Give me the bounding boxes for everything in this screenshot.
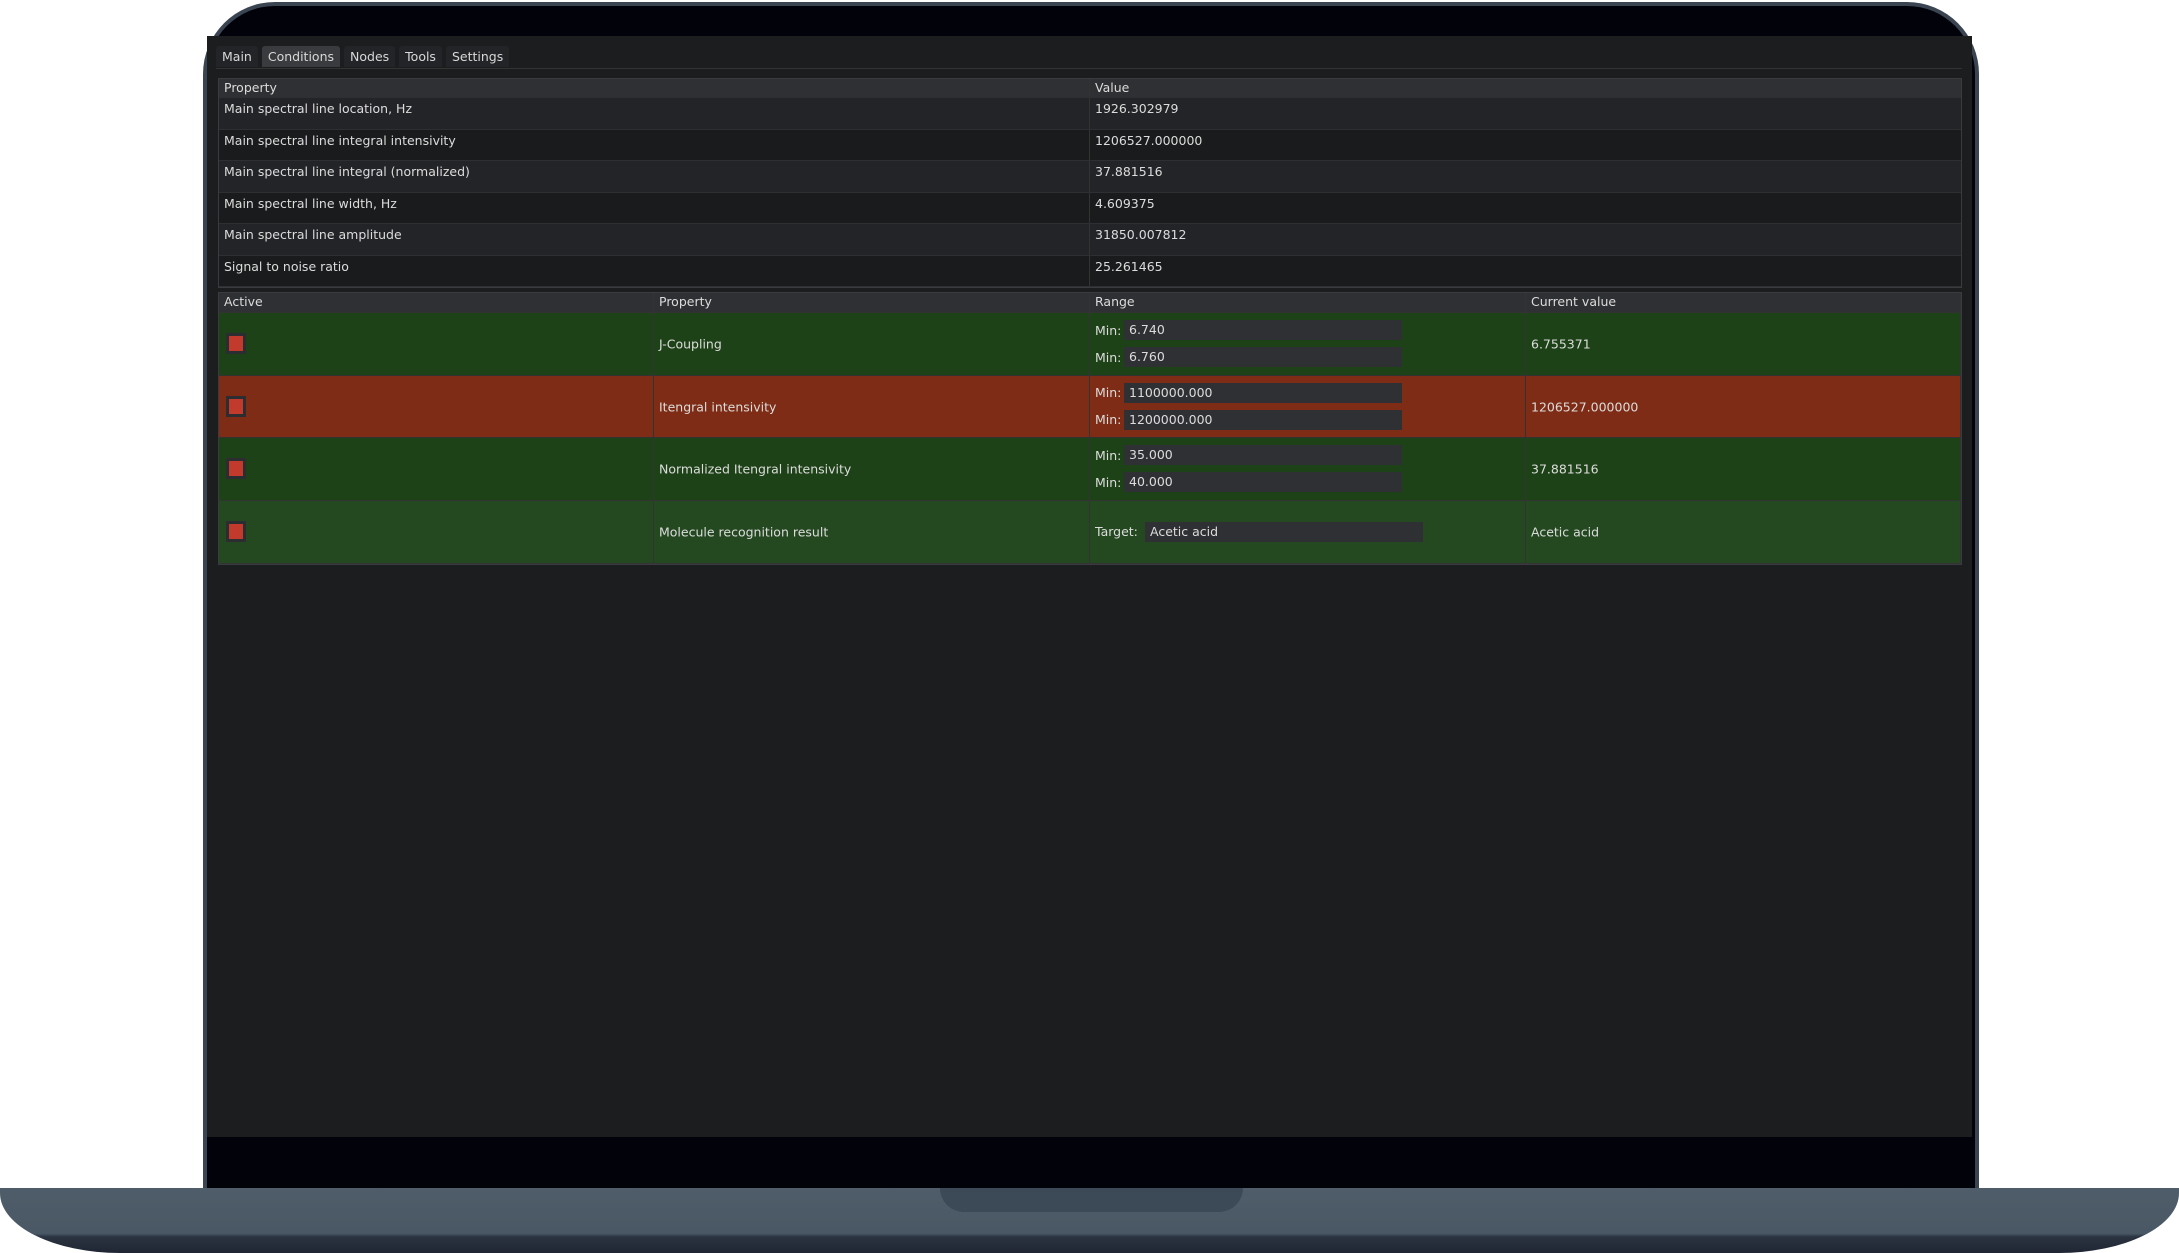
table-row[interactable]: Main spectral line width, Hz 4.609375	[219, 192, 1961, 224]
property-value: 1206527.000000	[1095, 132, 1203, 148]
column-header-current-value[interactable]: Current value	[1526, 293, 1961, 312]
column-header-range[interactable]: Range	[1090, 293, 1526, 312]
min-label: Min:	[1095, 385, 1122, 401]
checkbox-fill	[229, 523, 243, 539]
current-value: 1206527.000000	[1531, 399, 1639, 415]
tab-bar: Main Conditions Nodes Tools Settings	[216, 46, 510, 67]
active-checkbox[interactable]	[226, 458, 246, 480]
column-header-property[interactable]: Property	[219, 79, 1090, 97]
checkbox-fill	[229, 461, 243, 477]
property-name: Main spectral line location, Hz	[219, 98, 1090, 129]
property-name: Signal to noise ratio	[219, 255, 1090, 286]
table-row[interactable]: Main spectral line location, Hz 1926.3029…	[219, 98, 1961, 130]
column-header-property[interactable]: Property	[654, 293, 1090, 312]
table-header: Active Property Range Current value	[219, 293, 1961, 313]
tab-nodes[interactable]: Nodes	[344, 46, 396, 67]
min-label: Min:	[1095, 447, 1122, 463]
current-value: 6.755371	[1531, 336, 1591, 352]
max-label: Min:	[1095, 349, 1122, 365]
min-input[interactable]: 35.000	[1124, 445, 1402, 466]
max-input[interactable]: 40.000	[1124, 472, 1402, 493]
condition-property: J-Coupling	[659, 336, 722, 352]
current-value: 37.881516	[1531, 461, 1599, 477]
max-label: Min:	[1095, 474, 1122, 490]
property-value: 1926.302979	[1095, 101, 1179, 116]
active-checkbox[interactable]	[226, 332, 246, 354]
active-checkbox[interactable]	[226, 520, 246, 542]
table-row[interactable]: Main spectral line amplitude 31850.007812	[219, 224, 1961, 256]
target-input[interactable]: Acetic acid	[1145, 521, 1423, 542]
max-input[interactable]: 6.760	[1124, 347, 1402, 367]
condition-property: Normalized Itengral intensivity	[659, 461, 852, 477]
min-input[interactable]: 1100000.000	[1124, 382, 1402, 403]
property-name: Main spectral line width, Hz	[219, 192, 1090, 223]
column-header-active[interactable]: Active	[219, 293, 654, 312]
property-value: 31850.007812	[1095, 227, 1187, 242]
property-value: 4.609375	[1095, 195, 1155, 211]
table-row[interactable]: Main spectral line integral (normalized)…	[219, 161, 1961, 193]
active-checkbox[interactable]	[226, 395, 246, 417]
tab-main[interactable]: Main	[216, 46, 258, 67]
property-value: 37.881516	[1095, 164, 1163, 179]
conditions-table: Active Property Range Current value J-Co…	[218, 292, 1962, 565]
table-row[interactable]: Signal to noise ratio 25.261465	[219, 255, 1961, 287]
checkbox-fill	[229, 335, 243, 351]
max-label: Min:	[1095, 412, 1122, 428]
condition-row: J-Coupling Min: 6.740 Min: 6.760 6.755371	[219, 313, 1961, 376]
tab-settings[interactable]: Settings	[445, 46, 510, 67]
current-value: Acetic acid	[1531, 524, 1600, 540]
min-input[interactable]: 6.740	[1124, 320, 1402, 340]
condition-row: Itengral intensivity Min: 1100000.000 Min:…	[219, 375, 1961, 439]
target-label: Target:	[1095, 524, 1138, 540]
condition-row: Normalized Itengral intensivity Min: 35.0…	[219, 438, 1961, 502]
table-row[interactable]: Main spectral line integral intensivity 1…	[219, 129, 1961, 161]
property-name: Main spectral line integral intensivity	[219, 129, 1090, 160]
property-name: Main spectral line amplitude	[219, 224, 1090, 255]
property-name: Main spectral line integral (normalized)	[219, 161, 1090, 192]
condition-property: Molecule recognition result	[659, 524, 829, 540]
laptop-notch	[940, 1188, 1243, 1212]
condition-property: Itengral intensivity	[659, 399, 777, 415]
condition-row: Molecule recognition result Target: Aceti…	[219, 501, 1961, 564]
property-value: 25.261465	[1095, 258, 1163, 274]
table-header: Property Value	[219, 79, 1961, 98]
checkbox-fill	[229, 398, 243, 414]
properties-table: Property Value Main spectral line locati…	[218, 78, 1962, 288]
tab-divider	[216, 68, 1962, 69]
tab-conditions[interactable]: Conditions	[261, 46, 341, 67]
min-label: Min:	[1095, 322, 1122, 338]
tab-tools[interactable]: Tools	[399, 46, 442, 67]
max-input[interactable]: 1200000.000	[1124, 409, 1402, 430]
column-header-value[interactable]: Value	[1090, 79, 1134, 97]
